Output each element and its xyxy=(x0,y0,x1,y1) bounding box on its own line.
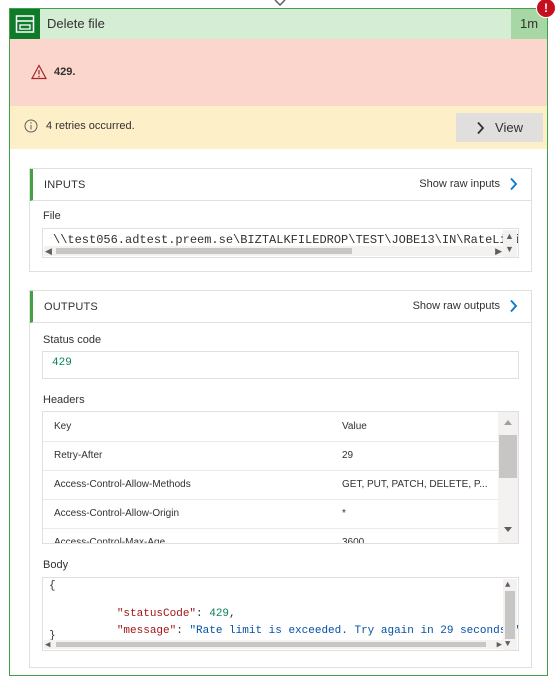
status-code-label: Status code xyxy=(43,334,102,346)
json-value: "Rate limit is exceeded. Try again in 29… xyxy=(189,625,519,637)
headers-table-scrollbar[interactable] xyxy=(498,412,518,543)
header-key: Retry-After xyxy=(54,450,103,461)
headers-column-key: Key xyxy=(54,421,72,432)
warning-triangle-icon xyxy=(31,64,47,80)
info-icon xyxy=(24,119,38,133)
file-path-value: \\test056.adtest.preem.se\BIZTALKFILEDRO… xyxy=(53,233,519,247)
chevron-right-icon xyxy=(477,121,485,134)
inputs-section: INPUTS Show raw inputs File \\test056.ad… xyxy=(29,168,532,272)
error-message: 429. xyxy=(54,66,76,78)
file-path-vertical-scrollbar[interactable]: ▲ ▼ xyxy=(503,230,517,257)
table-row: Access-Control-Allow-Methods GET, PUT, P… xyxy=(43,470,503,500)
show-raw-outputs-link[interactable]: Show raw outputs xyxy=(413,299,518,313)
json-key: "message" xyxy=(116,625,177,637)
headers-table[interactable]: Key Value Retry-After 29 Access-Control-… xyxy=(42,411,519,544)
body-horizontal-scrollbar[interactable]: ◀ ▶ xyxy=(44,640,503,650)
json-open-brace: { xyxy=(49,580,56,592)
view-retries-button[interactable]: View xyxy=(456,113,543,142)
scroll-up-icon xyxy=(504,420,512,425)
scroll-down-icon xyxy=(504,527,512,532)
file-label: File xyxy=(43,210,61,222)
show-raw-outputs-label: Show raw outputs xyxy=(412,300,500,312)
action-card: Delete file 1m ! 429. 4 retries occurred… xyxy=(9,0,556,676)
body-json-viewer[interactable]: { "statusCode": 429, "message": "Rate li… xyxy=(42,577,519,651)
file-path-field[interactable]: \\test056.adtest.preem.se\BIZTALKFILEDRO… xyxy=(42,228,519,258)
action-title: Delete file xyxy=(47,16,105,31)
headers-column-value: Value xyxy=(342,421,367,432)
body-label: Body xyxy=(43,559,69,571)
show-raw-inputs-label: Show raw inputs xyxy=(419,178,500,190)
header-key: Access-Control-Allow-Methods xyxy=(54,479,191,490)
file-system-connector-icon xyxy=(10,9,40,39)
header-value: * xyxy=(342,508,346,519)
chevron-right-icon xyxy=(510,177,518,191)
action-header[interactable]: Delete file 1m ! xyxy=(10,0,556,39)
retry-banner: 4 retries occurred. View xyxy=(10,106,547,149)
inputs-title: INPUTS xyxy=(44,179,86,191)
outputs-title: OUTPUTS xyxy=(44,301,98,313)
flow-connector-arrow-icon xyxy=(274,0,286,7)
outputs-section: OUTPUTS Show raw outputs Status code 429… xyxy=(29,290,532,668)
header-key: Access-Control-Allow-Origin xyxy=(54,508,180,519)
header-value: 29 xyxy=(342,450,354,461)
chevron-right-icon xyxy=(510,299,518,313)
show-raw-inputs-link[interactable]: Show raw inputs xyxy=(419,177,518,191)
inputs-header: INPUTS Show raw inputs xyxy=(30,169,531,201)
headers-table-scroll-thumb[interactable] xyxy=(499,435,517,478)
error-status-badge: ! xyxy=(536,0,556,18)
table-row: Access-Control-Allow-Origin * xyxy=(43,499,503,529)
header-value: 3600 xyxy=(342,537,365,544)
status-code-field[interactable]: 429 xyxy=(42,351,519,379)
body-vertical-scrollbar[interactable]: ▲ ▼ xyxy=(503,579,517,650)
error-banner: 429. xyxy=(10,39,547,106)
view-button-label: View xyxy=(495,120,523,135)
retry-message: 4 retries occurred. xyxy=(46,120,135,132)
table-row: Retry-After 29 xyxy=(43,441,503,471)
outputs-header: OUTPUTS Show raw outputs xyxy=(30,291,531,323)
header-value: GET, PUT, PATCH, DELETE, P... xyxy=(342,479,488,490)
headers-label: Headers xyxy=(43,394,85,406)
status-code-value: 429 xyxy=(52,357,72,369)
table-row: Access-Control-Max-Age 3600 xyxy=(43,528,503,544)
header-key: Access-Control-Max-Age xyxy=(54,537,166,544)
file-path-horizontal-scrollbar[interactable]: ◀ ▶ xyxy=(44,246,503,256)
headers-table-header: Key Value xyxy=(43,412,503,442)
